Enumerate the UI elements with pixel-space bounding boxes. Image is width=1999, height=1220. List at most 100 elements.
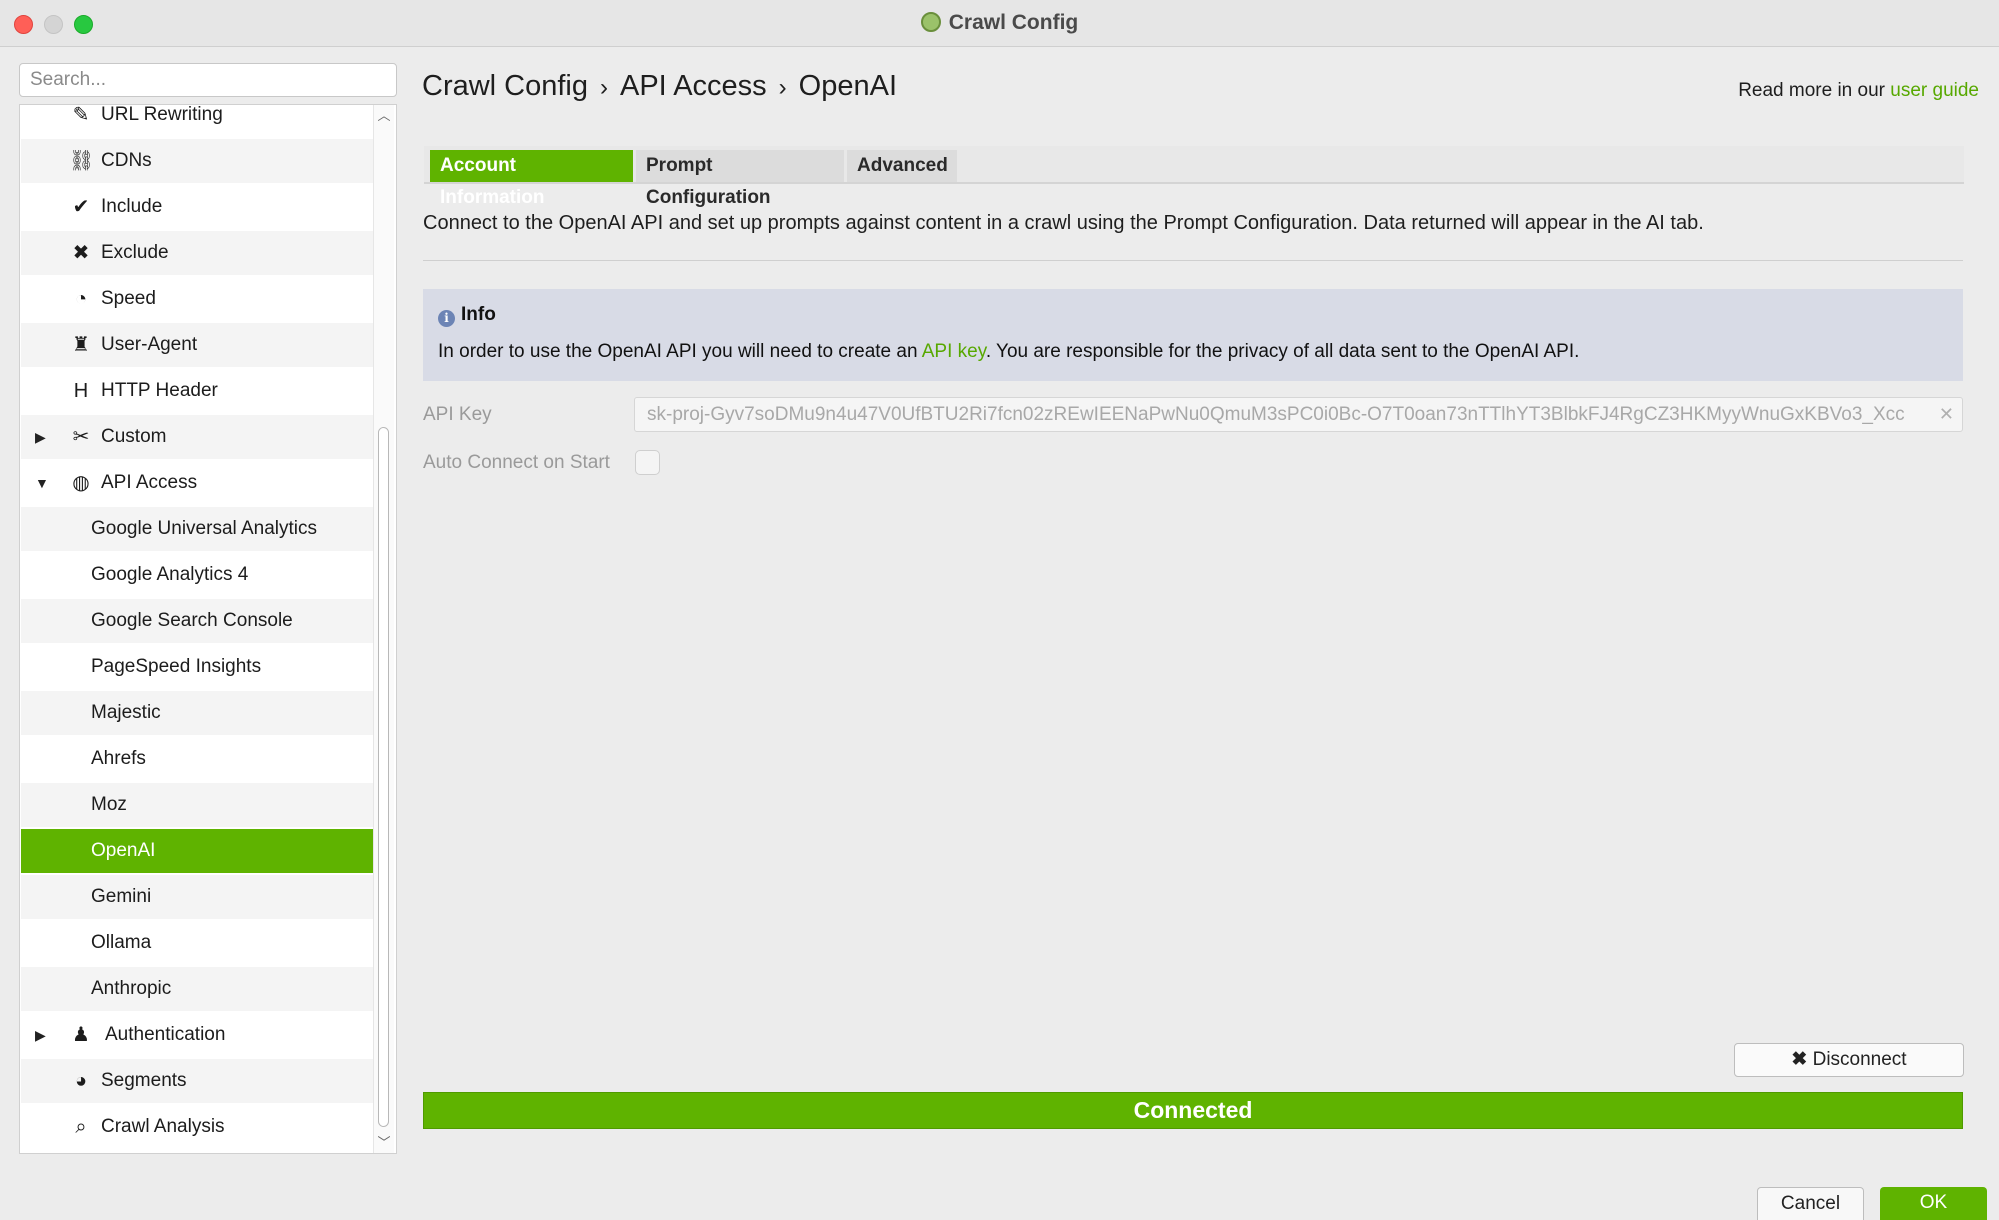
search-input[interactable] [19, 63, 397, 97]
info-text: In order to use the OpenAI API you will … [438, 341, 1579, 363]
breadcrumb-item-current: OpenAI [798, 70, 898, 102]
sidebar-item-label: Include [101, 196, 163, 217]
sidebar-item-label: API Access [101, 472, 198, 493]
sidebar-item-google-analytics-4[interactable]: Google Analytics 4 [21, 553, 373, 597]
api-key-field[interactable]: sk-proj-Gyv7soDMu9n4u47V0UfBTU2Ri7fcn02z… [634, 397, 1963, 432]
sidebar-item-label: Ahrefs [91, 748, 146, 769]
ok-button[interactable]: OK [1880, 1187, 1987, 1220]
chevron-right-icon[interactable]: ▶ [35, 415, 46, 459]
sidebar-item-label: Google Universal Analytics [91, 518, 317, 539]
disconnect-button[interactable]: ✖ Disconnect [1734, 1043, 1964, 1077]
breadcrumb-item[interactable]: Crawl Config [422, 70, 588, 102]
sidebar-item-label: Speed [101, 288, 156, 309]
sidebar-item-label: Exclude [101, 242, 169, 263]
sidebar-item-label: Google Analytics 4 [91, 564, 249, 585]
sidebar: ✎ URL Rewriting ⛓ CDNs ✔ Include ✖ Exclude ◔ Spee… [19, 104, 397, 1154]
sidebar-item-http-header[interactable]: H HTTP Header [21, 369, 373, 413]
sidebar-item-api-access[interactable]: ▼ ◍ API Access [21, 461, 373, 505]
sidebar-item-label: CDNs [101, 150, 152, 171]
sidebar-item-segments[interactable]: ◕ Segments [21, 1059, 373, 1103]
connection-status-bar: Connected [423, 1092, 1963, 1129]
cancel-button[interactable]: Cancel [1757, 1187, 1864, 1220]
sidebar-item-label: URL Rewriting [101, 104, 223, 125]
x-circle-icon: ✖ [72, 242, 90, 264]
info-title: i Info [438, 304, 496, 327]
sidebar-item-google-universal-analytics[interactable]: Google Universal Analytics [21, 507, 373, 551]
tab-advanced[interactable]: Advanced [847, 150, 957, 182]
scroll-down-arrow-icon[interactable]: ﹀ [374, 1132, 394, 1151]
sidebar-item-anthropic[interactable]: Anthropic [21, 967, 373, 1011]
sidebar-item-include[interactable]: ✔ Include [21, 185, 373, 229]
sidebar-item-authentication[interactable]: ▶ ♟ Authentication [21, 1013, 373, 1057]
breadcrumb-separator-icon: › [778, 74, 787, 101]
sidebar-item-pagespeed-insights[interactable]: PageSpeed Insights [21, 645, 373, 689]
sidebar-scrollbar[interactable]: ︿ ﹀ [373, 105, 394, 1153]
edit-icon: ✎ [72, 104, 90, 126]
tab-prompt-configuration[interactable]: Prompt Configuration [636, 150, 844, 208]
sidebar-item-openai[interactable]: OpenAI [21, 829, 373, 873]
search-icon: ⌕ [75, 1116, 87, 1138]
breadcrumb-separator-icon: › [600, 74, 608, 101]
chevron-right-icon[interactable]: ▶ [35, 1013, 46, 1057]
sidebar-item-label: Ollama [91, 932, 152, 953]
info-icon: i [438, 310, 455, 327]
auto-connect-label: Auto Connect on Start [423, 452, 610, 473]
api-key-value: sk-proj-Gyv7soDMu9n4u47V0UfBTU2Ri7fcn02z… [647, 404, 1905, 425]
read-more-prefix: Read more in our [1738, 80, 1891, 101]
sidebar-item-label: Custom [101, 426, 167, 447]
speedometer-icon: ◔ [74, 288, 88, 310]
tab-account-information[interactable]: Account Information [430, 150, 633, 208]
info-text-after: . You are responsible for the privacy of… [985, 341, 1580, 362]
sidebar-item-label: Segments [101, 1070, 187, 1091]
user-lock-icon: ♟ [72, 1024, 90, 1046]
sidebar-item-label: OpenAI [91, 840, 156, 861]
read-more-text: Read more in our user guide [1738, 80, 1979, 102]
divider [423, 260, 1963, 261]
sidebar-item-google-search-console[interactable]: Google Search Console [21, 599, 373, 643]
sidebar-item-user-agent[interactable]: ♜ User-Agent [21, 323, 373, 367]
check-circle-icon: ✔ [72, 196, 90, 218]
info-text-before: In order to use the OpenAI API you will … [438, 341, 922, 362]
sidebar-item-gemini[interactable]: Gemini [21, 875, 373, 919]
window-title-text: Crawl Config [948, 11, 1079, 34]
info-title-text: Info [461, 304, 496, 325]
sidebar-item-speed[interactable]: ◔ Speed [21, 277, 373, 321]
app-logo-icon [920, 12, 941, 32]
api-key-link[interactable]: API key [922, 341, 986, 362]
sidebar-item-label: Authentication [105, 1024, 226, 1045]
sidebar-item-url-rewriting[interactable]: ✎ URL Rewriting [21, 104, 373, 137]
auto-connect-checkbox[interactable] [635, 450, 660, 475]
sidebar-item-label: Majestic [91, 702, 161, 723]
user-secret-icon: ♜ [72, 334, 90, 356]
description-text: Connect to the OpenAI API and set up pro… [423, 212, 1704, 234]
info-box: i Info In order to use the OpenAI API you… [423, 289, 1963, 381]
globe-icon: ◍ [72, 472, 90, 494]
sidebar-item-label: Crawl Analysis [101, 1116, 225, 1137]
title-bar: Crawl Config [0, 0, 1999, 47]
close-icon: ✖ [1791, 1049, 1808, 1070]
sidebar-item-label: Gemini [91, 886, 152, 907]
breadcrumb-item[interactable]: API Access [620, 70, 767, 102]
scrollbar-thumb[interactable] [378, 427, 389, 1127]
sidebar-item-label: PageSpeed Insights [91, 656, 262, 677]
window-title: Crawl Config [0, 11, 1999, 35]
sidebar-item-label: Anthropic [91, 978, 172, 999]
sidebar-item-exclude[interactable]: ✖ Exclude [21, 231, 373, 275]
chevron-down-icon[interactable]: ▼ [35, 461, 49, 505]
breadcrumb: Crawl Config › API Access › OpenAI [422, 70, 897, 103]
sidebar-item-label: Moz [91, 794, 127, 815]
sidebar-item-crawl-analysis[interactable]: ⌕ Crawl Analysis [21, 1105, 373, 1149]
heading-icon: H [73, 380, 89, 402]
sidebar-item-custom[interactable]: ▶ ✂ Custom [21, 415, 373, 459]
sidebar-item-ahrefs[interactable]: Ahrefs [21, 737, 373, 781]
sidebar-item-label: User-Agent [101, 334, 198, 355]
sidebar-item-majestic[interactable]: Majestic [21, 691, 373, 735]
scroll-up-arrow-icon[interactable]: ︿ [374, 105, 394, 124]
network-icon: ⛓ [69, 150, 95, 172]
sidebar-item-cdns[interactable]: ⛓ CDNs [21, 139, 373, 183]
api-key-label: API Key [423, 404, 492, 425]
user-guide-link[interactable]: user guide [1890, 80, 1979, 101]
clear-icon[interactable]: ✕ [1939, 398, 1954, 431]
sidebar-item-ollama[interactable]: Ollama [21, 921, 373, 965]
sidebar-item-moz[interactable]: Moz [21, 783, 373, 827]
